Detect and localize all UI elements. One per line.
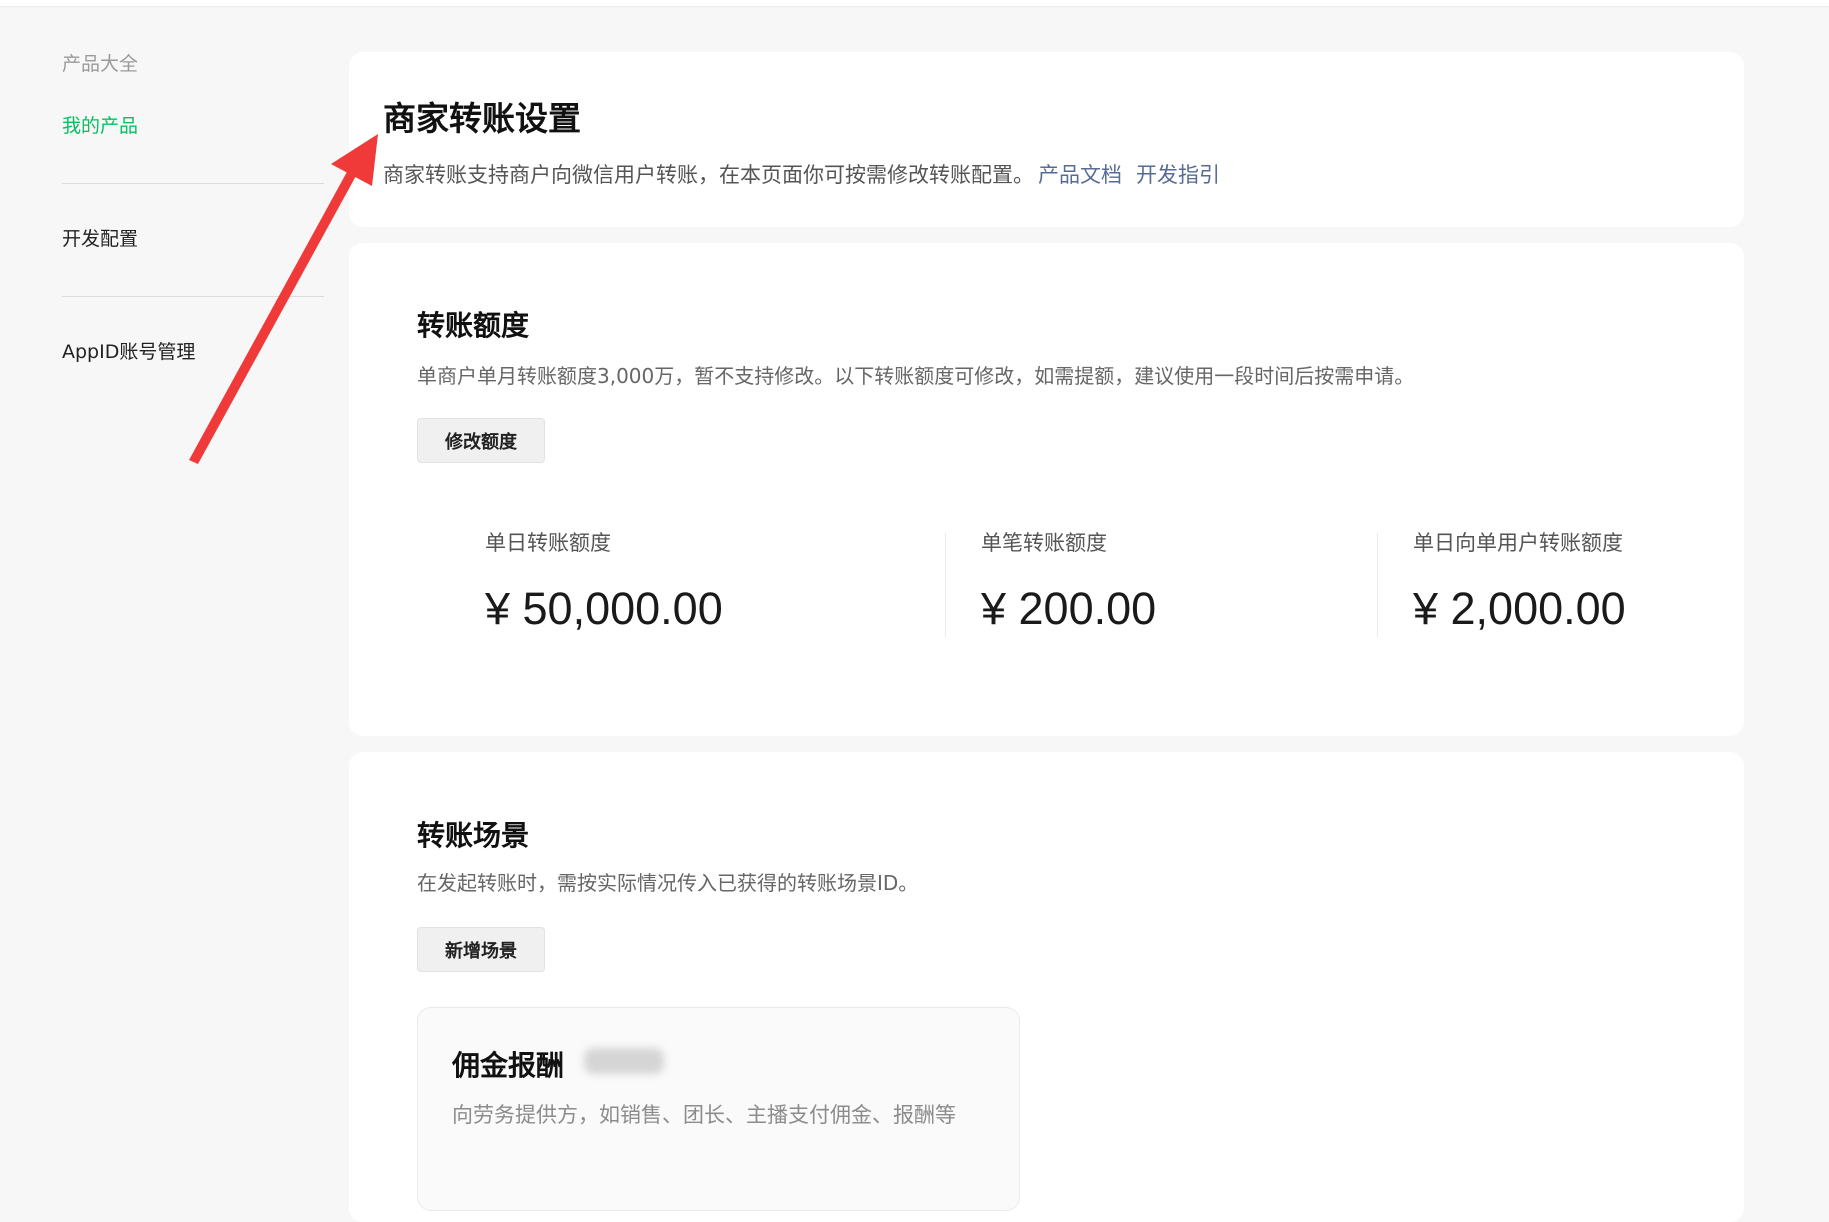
daily-per-user-quota-label: 单日向单用户转账额度: [1413, 531, 1623, 555]
sidebar-item-appid-management[interactable]: AppID账号管理: [62, 338, 195, 366]
product-docs-link[interactable]: 产品文档: [1038, 163, 1122, 187]
sidebar-item-dev-config[interactable]: 开发配置: [62, 225, 138, 253]
per-transfer-quota-value: ¥ 200.00: [981, 583, 1157, 634]
scene-id-blurred: [584, 1048, 664, 1074]
scenes-card: 转账场景 在发起转账时，需按实际情况传入已获得的转账场景ID。 新增场景 佣金报…: [349, 752, 1744, 1222]
page-title: 商家转账设置: [383, 99, 581, 138]
sidebar-divider: [62, 296, 324, 297]
quota-card: 转账额度 单商户单月转账额度3,000万，暂不支持修改。以下转账额度可修改，如需…: [349, 243, 1744, 736]
page-description: 商家转账支持商户向微信用户转账，在本页面你可按需修改转账配置。 产品文档 开发指引: [383, 159, 1220, 189]
stat-divider: [1377, 533, 1378, 637]
dev-guide-link[interactable]: 开发指引: [1136, 163, 1220, 187]
scenes-section-title: 转账场景: [417, 819, 530, 852]
quota-section-title: 转账额度: [417, 309, 530, 342]
add-scene-button[interactable]: 新增场景: [417, 927, 545, 972]
scene-name: 佣金报酬: [452, 1049, 565, 1082]
scene-description: 向劳务提供方，如销售、团长、主播支付佣金、报酬等: [452, 1103, 956, 1127]
quota-section-description: 单商户单月转账额度3,000万，暂不支持修改。以下转账额度可修改，如需提额，建议…: [417, 364, 1415, 388]
stat-divider: [945, 533, 946, 637]
daily-quota-label: 单日转账额度: [485, 531, 611, 555]
red-arrow-annotation: [189, 170, 357, 464]
top-bar: [0, 0, 1829, 7]
page-description-text: 商家转账支持商户向微信用户转账，在本页面你可按需修改转账配置。: [383, 163, 1034, 187]
modify-quota-button[interactable]: 修改额度: [417, 418, 545, 463]
daily-quota-value: ¥ 50,000.00: [485, 583, 723, 634]
per-transfer-quota-label: 单笔转账额度: [981, 531, 1107, 555]
sidebar-item-my-products[interactable]: 我的产品: [62, 112, 138, 140]
scene-card-commission[interactable]: 佣金报酬 向劳务提供方，如销售、团长、主播支付佣金、报酬等: [417, 1007, 1020, 1211]
sidebar-category-label: 产品大全: [62, 53, 139, 75]
sidebar-divider: [62, 183, 324, 184]
header-card: 商家转账设置 商家转账支持商户向微信用户转账，在本页面你可按需修改转账配置。 产品…: [349, 52, 1744, 227]
daily-per-user-quota-value: ¥ 2,000.00: [1413, 583, 1626, 634]
scenes-section-description: 在发起转账时，需按实际情况传入已获得的转账场景ID。: [417, 871, 919, 895]
